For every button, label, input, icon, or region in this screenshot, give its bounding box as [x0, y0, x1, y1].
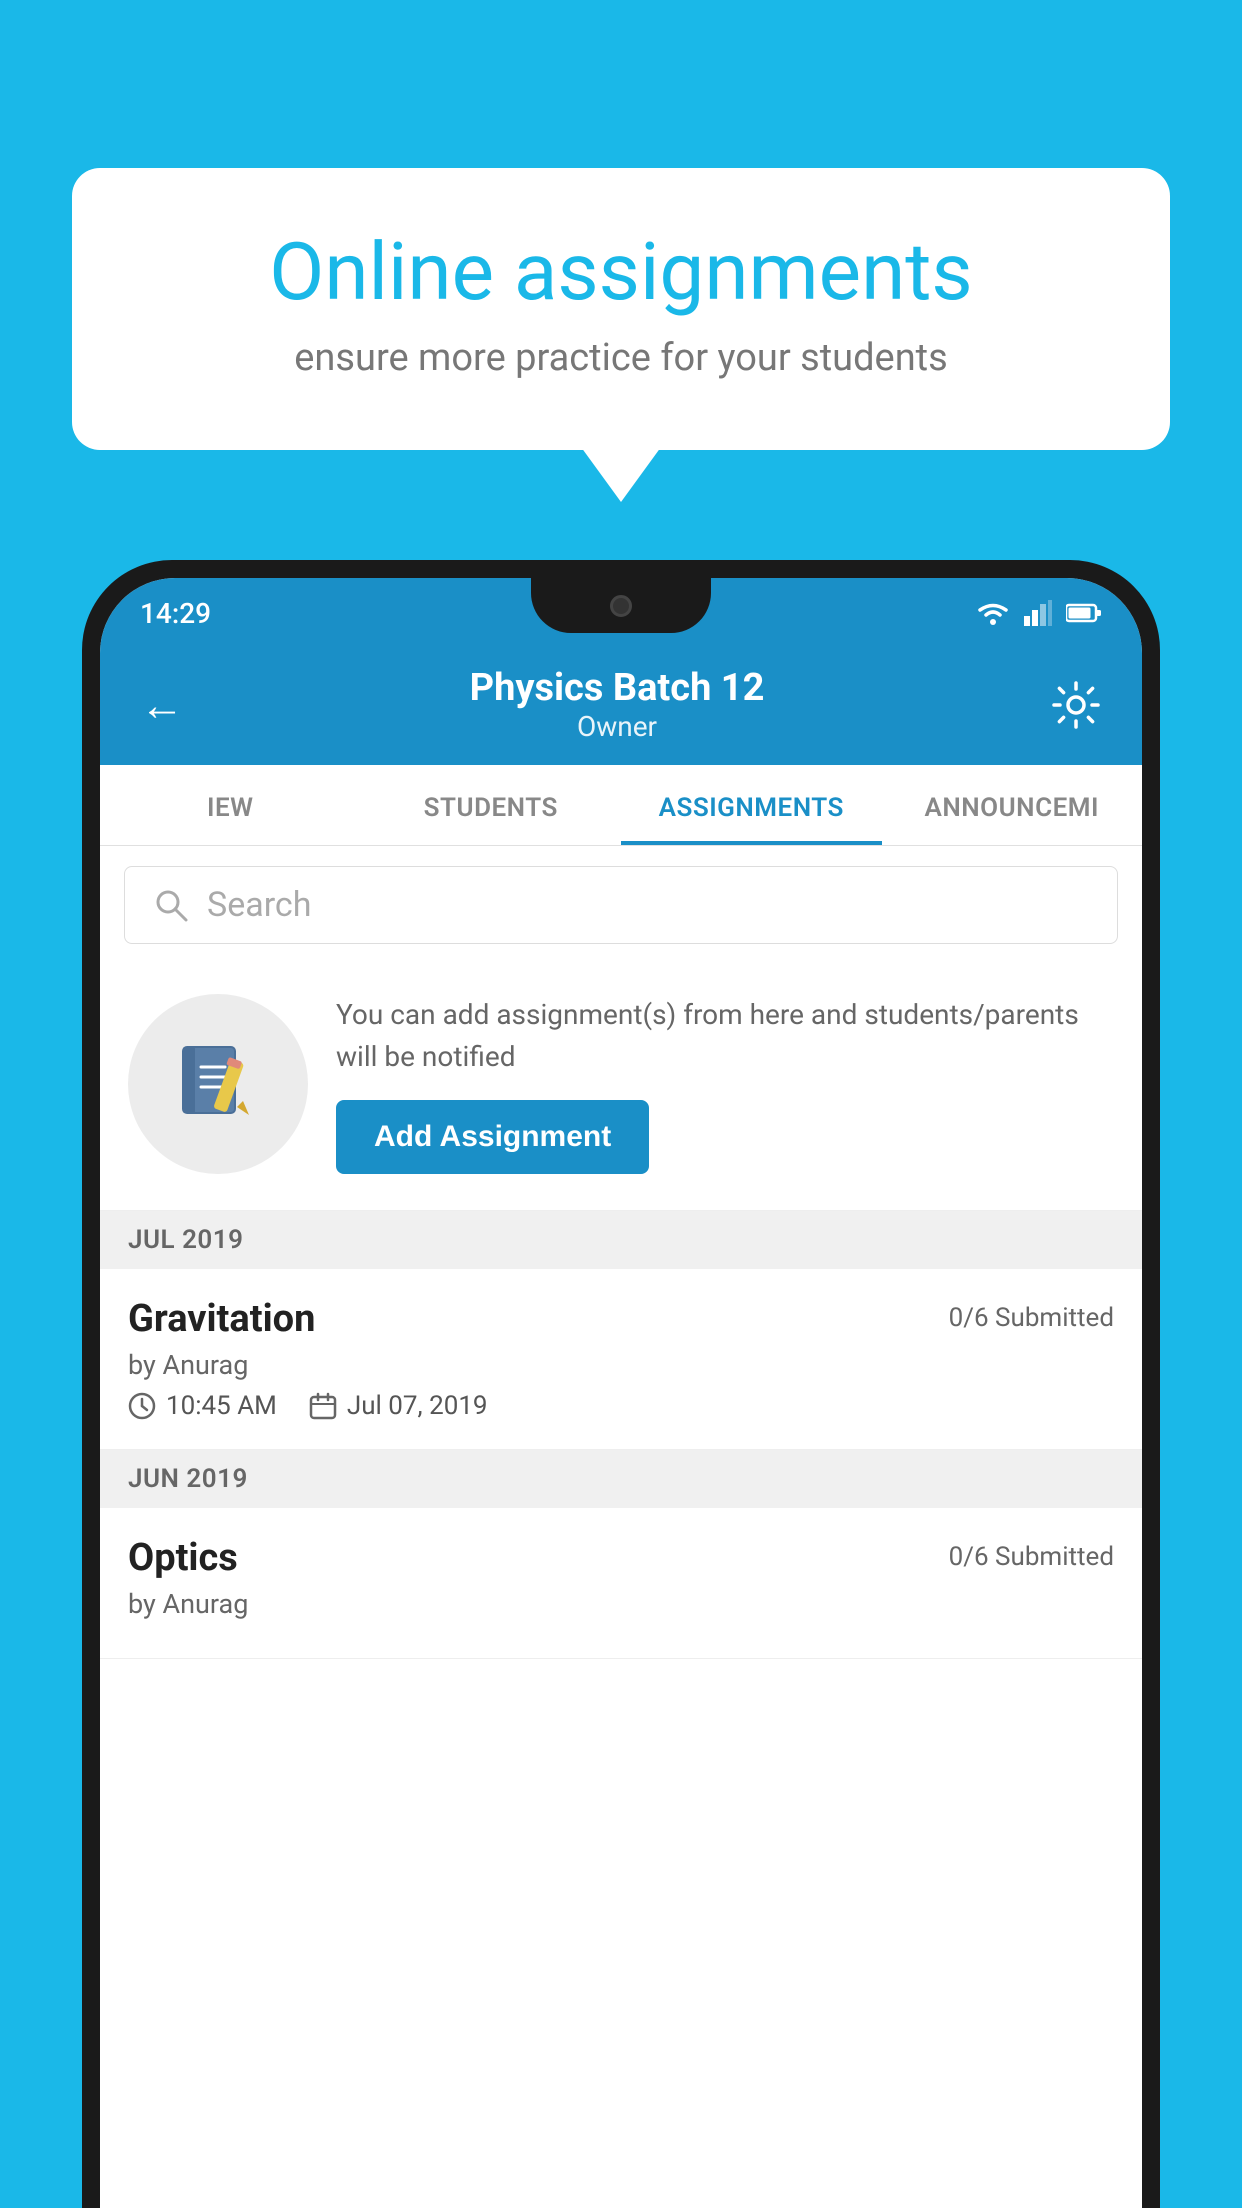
assignment-submitted: 0/6 Submitted	[949, 1303, 1114, 1333]
assignment-item-optics[interactable]: Optics 0/6 Submitted by Anurag	[100, 1508, 1142, 1659]
notch	[531, 578, 711, 633]
batch-title: Physics Batch 12	[470, 666, 765, 710]
phone-frame: 14:29	[82, 560, 1160, 2208]
search-icon	[153, 887, 189, 923]
empty-state: You can add assignment(s) from here and …	[100, 964, 1142, 1211]
status-icons	[976, 600, 1102, 626]
clock-icon	[128, 1392, 156, 1420]
tab-announcements[interactable]: ANNOUNCEMI	[882, 765, 1143, 845]
search-box[interactable]: Search	[124, 866, 1118, 944]
battery-icon	[1066, 603, 1102, 623]
empty-state-description: You can add assignment(s) from here and …	[336, 994, 1114, 1078]
speech-bubble-title: Online assignments	[142, 228, 1100, 316]
assignment-by: by Anurag	[128, 1349, 1114, 1381]
tab-students[interactable]: STUDENTS	[361, 765, 622, 845]
back-button[interactable]: ←	[140, 679, 184, 731]
search-placeholder: Search	[207, 885, 311, 925]
empty-state-right: You can add assignment(s) from here and …	[336, 994, 1114, 1174]
signal-icon	[1024, 600, 1052, 626]
assignment-meta: 10:45 AM Jul 07, 2019	[128, 1391, 1114, 1421]
phone-screen: 14:29	[100, 578, 1142, 2208]
batch-role: Owner	[470, 710, 765, 743]
meta-time: 10:45 AM	[128, 1391, 277, 1421]
status-bar: 14:29	[100, 578, 1142, 648]
assignment-name: Gravitation	[128, 1297, 315, 1341]
assignment-by-optics: by Anurag	[128, 1588, 1114, 1620]
app-header: ← Physics Batch 12 Owner	[100, 648, 1142, 765]
assignment-icon-circle	[128, 994, 308, 1174]
speech-bubble-subtitle: ensure more practice for your students	[142, 336, 1100, 380]
month-divider-jul: JUL 2019	[100, 1211, 1142, 1269]
add-assignment-button[interactable]: Add Assignment	[336, 1100, 649, 1174]
search-container: Search	[100, 846, 1142, 964]
wifi-icon	[976, 600, 1010, 626]
assignment-row-top-optics: Optics 0/6 Submitted	[128, 1536, 1114, 1580]
settings-icon[interactable]	[1050, 679, 1102, 731]
assignment-submitted-optics: 0/6 Submitted	[949, 1542, 1114, 1572]
meta-date: Jul 07, 2019	[309, 1391, 488, 1421]
tab-assignments[interactable]: ASSIGNMENTS	[621, 765, 882, 845]
tab-iew[interactable]: IEW	[100, 765, 361, 845]
speech-bubble: Online assignments ensure more practice …	[72, 168, 1170, 450]
assignment-name-optics: Optics	[128, 1536, 238, 1580]
notebook-icon	[173, 1039, 263, 1129]
status-time: 14:29	[140, 597, 211, 630]
tabs-bar: IEW STUDENTS ASSIGNMENTS ANNOUNCEMI	[100, 765, 1142, 846]
calendar-icon	[309, 1392, 337, 1420]
camera-dot	[610, 595, 632, 617]
assignment-item-gravitation[interactable]: Gravitation 0/6 Submitted by Anurag 10:4…	[100, 1269, 1142, 1450]
header-title-group: Physics Batch 12 Owner	[470, 666, 765, 743]
assignment-row-top: Gravitation 0/6 Submitted	[128, 1297, 1114, 1341]
month-divider-jun: JUN 2019	[100, 1450, 1142, 1508]
